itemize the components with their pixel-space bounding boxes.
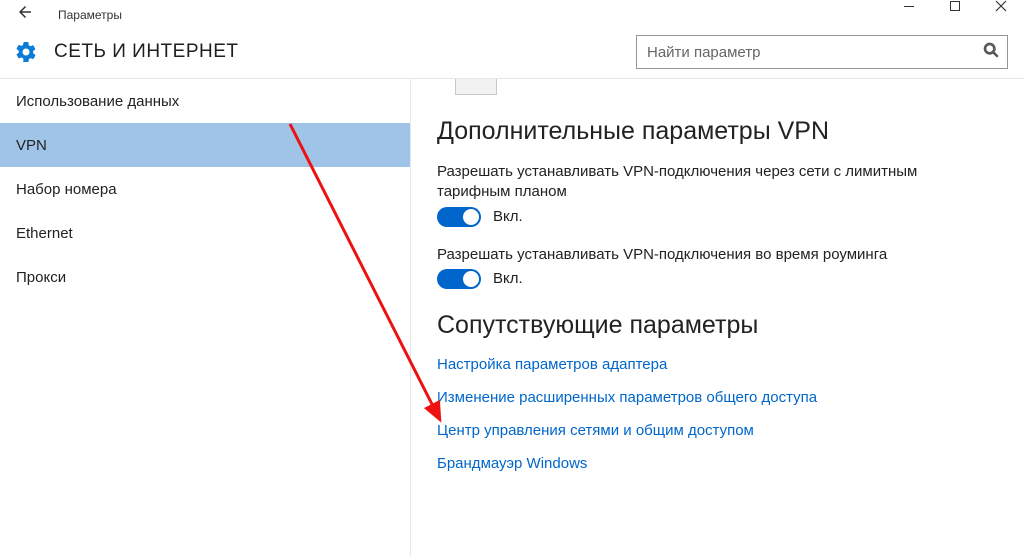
back-button[interactable] [0,0,50,30]
minimize-button[interactable] [886,0,932,30]
setting-desc-roaming: Разрешать устанавливать VPN-подключения … [437,245,957,265]
window-title: Параметры [50,8,122,22]
settings-gear-icon [8,34,44,70]
sidebar-item-ethernet[interactable]: Ethernet [0,211,410,255]
back-arrow-icon [16,3,34,21]
titlebar: Параметры [0,0,1024,30]
maximize-button[interactable] [932,0,978,30]
link-adapter-options[interactable]: Настройка параметров адаптера [437,356,998,373]
search-input[interactable] [637,40,975,65]
sidebar-item-label: Прокси [16,269,66,286]
sidebar-item-vpn[interactable]: VPN [0,123,410,167]
sidebar-item-proxy[interactable]: Прокси [0,255,410,299]
main-panel: Дополнительные параметры VPN Разрешать у… [411,79,1024,556]
link-network-sharing-center[interactable]: Центр управления сетями и общим доступом [437,422,998,439]
toggle-row-metered: Вкл. [437,207,998,227]
toggle-roaming[interactable] [437,269,481,289]
toggle-state-label: Вкл. [493,270,523,287]
search-box[interactable] [636,35,1008,69]
maximize-icon [949,0,961,12]
link-advanced-sharing[interactable]: Изменение расширенных параметров общего … [437,389,998,406]
advanced-vpn-heading: Дополнительные параметры VPN [437,117,998,146]
content-body: Использование данных VPN Набор номера Et… [0,78,1024,556]
toggle-row-roaming: Вкл. [437,269,998,289]
toggle-metered[interactable] [437,207,481,227]
search-icon[interactable] [975,42,1007,63]
close-icon [995,0,1007,12]
sidebar-item-label: Использование данных [16,93,179,110]
link-windows-firewall[interactable]: Брандмауэр Windows [437,455,998,472]
sidebar-item-dial-up[interactable]: Набор номера [0,167,410,211]
sidebar-item-label: Набор номера [16,181,117,198]
header: СЕТЬ И ИНТЕРНЕТ [0,30,1024,78]
toggle-state-label: Вкл. [493,208,523,225]
related-settings-heading: Сопутствующие параметры [437,311,998,340]
sidebar-item-label: VPN [16,137,47,154]
setting-desc-metered: Разрешать устанавливать VPN-подключения … [437,162,957,203]
minimize-icon [903,0,915,12]
scrolled-content-fragment [455,79,497,95]
sidebar-item-label: Ethernet [16,225,73,242]
toggle-knob [463,271,479,287]
close-button[interactable] [978,0,1024,30]
category-heading: СЕТЬ И ИНТЕРНЕТ [54,41,239,63]
toggle-knob [463,209,479,225]
sidebar: Использование данных VPN Набор номера Et… [0,79,411,556]
sidebar-item-data-usage[interactable]: Использование данных [0,79,410,123]
